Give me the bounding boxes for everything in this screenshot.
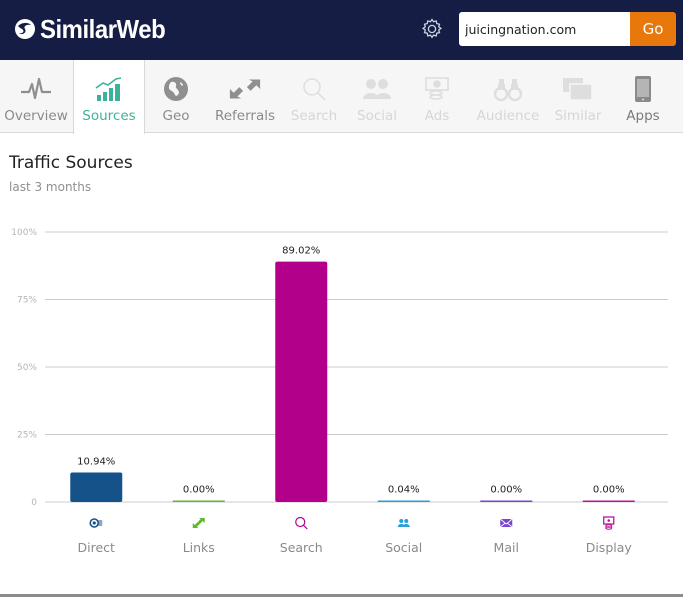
globe-icon: [159, 74, 193, 104]
bar-chart-icon: [92, 74, 126, 104]
pulse-icon: [19, 74, 53, 104]
nav-tab-overview[interactable]: Overview: [0, 60, 72, 133]
category-label-social: Social: [385, 540, 422, 555]
category-label-search: Search: [280, 540, 323, 555]
nav-tab-similar[interactable]: Similar: [553, 60, 603, 133]
display-icon: [603, 516, 615, 530]
links-icon: [192, 518, 205, 528]
top-header: SimilarWeb Go: [0, 0, 683, 60]
arrows-icon: [228, 74, 262, 104]
nav-tab-referrals[interactable]: Referrals: [212, 60, 278, 133]
nav-tab-audience[interactable]: Audience: [476, 60, 540, 133]
brand-name: SimilarWeb: [40, 13, 166, 44]
search-icon: [295, 516, 308, 530]
page-title: Traffic Sources: [9, 153, 133, 173]
nav-label: Similar: [554, 108, 602, 124]
value-label-display: 0.00%: [593, 485, 625, 496]
nav-tab-ads[interactable]: Ads: [414, 60, 460, 133]
nav-label: Search: [290, 108, 338, 124]
nav-label: Apps: [626, 108, 660, 124]
binoculars-icon: [491, 74, 525, 104]
magnifier-icon: [297, 74, 331, 104]
bar-direct: [70, 472, 123, 502]
nav-label: Sources: [82, 108, 136, 124]
nav-tab-geo[interactable]: Geo: [150, 60, 202, 133]
y-tick-label: 50%: [17, 363, 37, 373]
similarweb-logo-icon: [15, 19, 35, 39]
page-subtitle: last 3 months: [9, 180, 92, 194]
value-label-social: 0.04%: [388, 485, 420, 496]
traffic-sources-chart: 0 25% 50% 75% 100% 10.94% Direct 0.00% Links 89.0…: [11, 228, 668, 555]
similarweb-logo[interactable]: SimilarWeb: [14, 13, 176, 45]
domain-search-input[interactable]: [459, 12, 631, 46]
bar-display: [582, 500, 635, 502]
direct-icon: [89, 518, 103, 528]
section-nav: Overview Sources Geo Referrals Search So…: [0, 60, 683, 134]
value-label-direct: 10.94%: [77, 456, 115, 467]
bar-mail: [480, 500, 533, 502]
phone-icon: [626, 74, 660, 104]
nav-label: Audience: [476, 108, 540, 124]
bar-social: [377, 500, 430, 502]
nav-label: Geo: [162, 108, 190, 124]
nav-tab-search[interactable]: Search: [288, 60, 340, 133]
value-label-search: 89.02%: [282, 246, 320, 257]
category-label-mail: Mail: [494, 540, 519, 555]
nav-label: Overview: [4, 108, 68, 124]
value-label-links: 0.00%: [183, 485, 215, 496]
category-label-direct: Direct: [78, 540, 116, 555]
y-tick-label: 100%: [11, 228, 37, 238]
go-button[interactable]: Go: [630, 12, 676, 46]
people-icon: [360, 74, 394, 104]
mail-icon: [499, 518, 513, 528]
y-tick-label: 0: [31, 498, 37, 508]
nav-tab-social[interactable]: Social: [352, 60, 402, 133]
windows-icon: [561, 74, 595, 104]
nav-tab-sources[interactable]: Sources: [73, 60, 145, 134]
y-tick-label: 25%: [17, 431, 37, 441]
money-icon: [420, 74, 454, 104]
nav-label: Social: [356, 108, 398, 124]
bar-links: [172, 500, 225, 502]
settings-gear-icon[interactable]: [420, 17, 444, 41]
bar-search: [275, 261, 328, 502]
value-label-mail: 0.00%: [490, 485, 522, 496]
y-tick-label: 75%: [17, 296, 37, 306]
category-label-links: Links: [183, 540, 215, 555]
nav-label: Referrals: [214, 108, 276, 124]
nav-tab-apps[interactable]: Apps: [620, 60, 666, 133]
social-icon: [397, 519, 410, 527]
nav-label: Ads: [424, 108, 450, 124]
category-label-display: Display: [586, 540, 633, 555]
